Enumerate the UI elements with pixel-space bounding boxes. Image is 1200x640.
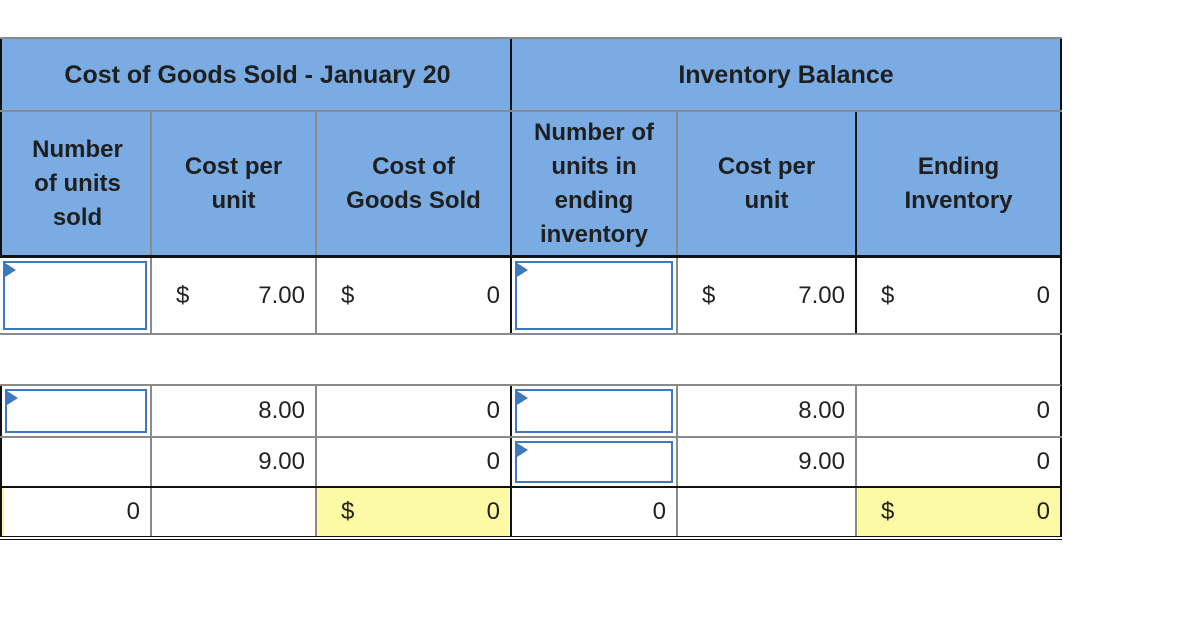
- total-ending-inventory-value: 0: [1036, 498, 1050, 525]
- ending-inventory-cell: 0: [857, 386, 1062, 436]
- input-field[interactable]: [3, 261, 147, 330]
- cogs-cost-per-unit-cell: $ 7.00: [152, 258, 317, 333]
- dollar-sign: $: [881, 281, 895, 309]
- col-header-cogs-cost-per-unit: Cost per unit: [152, 112, 317, 255]
- total-units-ending: 0: [512, 488, 678, 536]
- dollar-sign: $: [341, 281, 355, 309]
- cogs-cost-per-unit-value: 9.00: [258, 448, 305, 475]
- table-row: 9.00 0 9.00 0: [0, 438, 1062, 488]
- cogs-cost-per-unit-cell: 9.00: [152, 438, 317, 486]
- inv-cost-per-unit-value: 7.00: [798, 281, 845, 309]
- units-sold-input[interactable]: [0, 386, 152, 436]
- inv-cost-per-unit-value: 9.00: [798, 448, 845, 475]
- cogs-cost-per-unit-value: 8.00: [258, 397, 305, 424]
- ending-inventory-cell: $ 0: [857, 258, 1062, 333]
- cogs-section-header: Cost of Goods Sold - January 20: [5, 39, 512, 110]
- units-sold-input[interactable]: [0, 258, 152, 333]
- cogs-total-cell: 0: [317, 438, 512, 486]
- table-row: 8.00 0 8.00 0: [0, 386, 1062, 438]
- dollar-sign: $: [881, 498, 895, 525]
- column-header-row: Number of units sold Cost per unit Cost …: [0, 112, 1062, 258]
- inv-cost-per-unit-value: 8.00: [798, 397, 845, 424]
- total-cogs-cell: $ 0: [317, 488, 512, 536]
- input-field[interactable]: [515, 389, 673, 433]
- cogs-total-value: 0: [486, 448, 500, 475]
- cogs-cost-per-unit-cell: 8.00: [152, 386, 317, 436]
- col-header-units-sold: Number of units sold: [5, 112, 152, 255]
- ending-inventory-value: 0: [1036, 397, 1050, 424]
- cogs-cost-per-unit-value: 7.00: [258, 281, 305, 309]
- ending-inventory-cell: 0: [857, 438, 1062, 486]
- totals-row: 0 $ 0 0 $ 0: [0, 488, 1062, 540]
- dollar-sign: $: [341, 498, 355, 525]
- cogs-total-value: 0: [486, 281, 500, 309]
- inventory-section-header: Inventory Balance: [512, 39, 1062, 110]
- inv-cost-per-unit-cell: 9.00: [678, 438, 857, 486]
- units-ending-input[interactable]: [512, 258, 678, 333]
- cogs-total-value: 0: [486, 397, 500, 424]
- total-ending-inventory-cell: $ 0: [857, 488, 1062, 536]
- units-ending-input[interactable]: [512, 386, 678, 436]
- ending-inventory-value: 0: [1036, 448, 1050, 475]
- total-cogs-cost-per-unit-cell: [152, 488, 317, 536]
- col-header-ending-inventory: Ending Inventory: [857, 112, 1062, 255]
- total-units-sold: 0: [4, 488, 152, 536]
- col-header-inv-cost-per-unit: Cost per unit: [678, 112, 857, 255]
- inv-cost-per-unit-cell: 8.00: [678, 386, 857, 436]
- input-field[interactable]: [5, 389, 147, 433]
- units-ending-input[interactable]: [512, 438, 678, 486]
- input-field[interactable]: [515, 441, 673, 483]
- dollar-sign: $: [176, 281, 190, 309]
- total-inv-cost-per-unit-cell: [678, 488, 857, 536]
- input-field[interactable]: [515, 261, 673, 330]
- inv-cost-per-unit-cell: $ 7.00: [678, 258, 857, 333]
- cogs-total-cell: 0: [317, 386, 512, 436]
- cogs-total-cell: $ 0: [317, 258, 512, 333]
- total-cogs-value: 0: [486, 498, 500, 525]
- dollar-sign: $: [702, 281, 716, 309]
- blank-row: [0, 335, 1062, 386]
- col-header-cogs-total: Cost of Goods Sold: [317, 112, 512, 255]
- table-row: $ 7.00 $ 0 $ 7.00 $ 0: [0, 258, 1062, 335]
- ending-inventory-value: 0: [1036, 281, 1050, 309]
- section-header-row: Cost of Goods Sold - January 20 Inventor…: [0, 37, 1062, 112]
- col-header-units-ending: Number of units in ending inventory: [512, 112, 678, 255]
- units-sold-cell: [0, 438, 152, 486]
